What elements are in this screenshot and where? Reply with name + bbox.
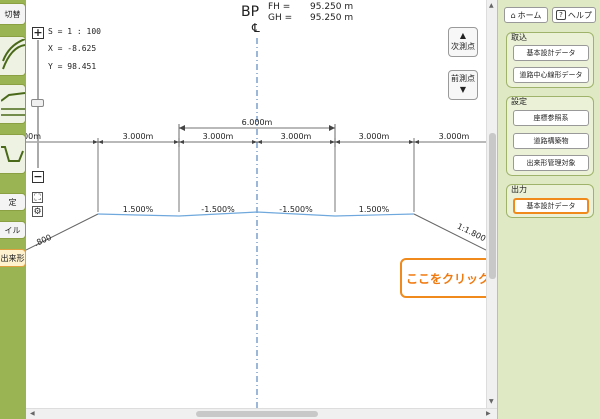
as-built-tab[interactable]: 出来形 bbox=[0, 249, 26, 267]
import-group: 取込 基本設計データ 道路中心線形データ bbox=[506, 32, 594, 88]
segment-label: 3.000m bbox=[358, 132, 390, 141]
gh-label: GH = bbox=[268, 13, 293, 23]
right-panel: ⌂ ホーム ? ヘルプ 取込 基本設計データ 道路中心線形データ 設定 座標参照… bbox=[497, 0, 600, 419]
arrowhead bbox=[179, 125, 185, 131]
import-road-alignment-button[interactable]: 道路中心線形データ bbox=[513, 67, 589, 83]
y-coordinate: Y = 98.451 bbox=[48, 62, 97, 71]
scroll-right-icon[interactable]: ▶ bbox=[486, 410, 491, 417]
horizontal-scrollbar[interactable]: ◀ ▶ bbox=[26, 408, 497, 419]
scroll-down-icon[interactable]: ▼ bbox=[489, 398, 494, 405]
horizontal-scroll-thumb[interactable] bbox=[196, 411, 318, 417]
cross-section-view-button[interactable] bbox=[0, 134, 26, 174]
cross-slope-label: -1.500% bbox=[279, 205, 313, 214]
zoom-in-button[interactable]: + bbox=[32, 27, 44, 39]
settings-group: 設定 座標参照系 道路構築物 出来形管理対象 bbox=[506, 96, 594, 176]
left-edge-label: 00m bbox=[26, 132, 41, 141]
station-name: BP bbox=[241, 4, 260, 20]
segment-label: 3.000m bbox=[280, 132, 312, 141]
scroll-up-icon[interactable]: ▲ bbox=[489, 2, 494, 9]
output-group-title: 出力 bbox=[511, 185, 527, 194]
segment-label: 3.000m bbox=[202, 132, 234, 141]
cross-slope-label: 1.500% bbox=[122, 205, 154, 214]
vertical-scroll-thumb[interactable] bbox=[489, 133, 496, 279]
fh-label: FH = bbox=[268, 2, 291, 12]
profile-view-button[interactable] bbox=[0, 84, 26, 124]
left-toolbar: 切替 定 イル 出来形 bbox=[0, 0, 26, 419]
x-coordinate: X = -8.625 bbox=[48, 44, 97, 53]
segment-label: 3.000m bbox=[122, 132, 154, 141]
help-button[interactable]: ? ヘルプ bbox=[552, 7, 596, 23]
cross-slope-label: 1.500% bbox=[358, 205, 390, 214]
coordinate-system-button[interactable]: 座標参照系 bbox=[513, 110, 589, 126]
scroll-left-icon[interactable]: ◀ bbox=[30, 410, 35, 417]
next-station-button[interactable]: ▲ 次測点 bbox=[448, 27, 478, 57]
prev-station-button[interactable]: 前測点 ▼ bbox=[448, 70, 478, 100]
road-curve-view-button[interactable] bbox=[0, 36, 26, 76]
zoom-slider-thumb[interactable] bbox=[31, 99, 44, 107]
export-basic-design-button[interactable]: 基本設計データ bbox=[513, 198, 589, 214]
file-tab[interactable]: イル bbox=[0, 221, 26, 239]
road-curve-icon bbox=[1, 39, 25, 70]
arrowhead bbox=[329, 125, 335, 131]
help-icon: ? bbox=[556, 10, 566, 20]
gear-icon[interactable]: ⚙ bbox=[32, 206, 43, 217]
zoom-out-button[interactable]: − bbox=[32, 171, 44, 183]
output-group: 出力 基本設計データ bbox=[506, 184, 594, 218]
cross-section-icon bbox=[0, 146, 24, 162]
road-structure-button[interactable]: 道路構築物 bbox=[513, 133, 589, 149]
cross-slope-label: -1.500% bbox=[201, 205, 235, 214]
home-icon: ⌂ bbox=[510, 10, 516, 20]
profile-icon bbox=[0, 92, 25, 116]
vertical-scrollbar[interactable]: ▲ ▼ bbox=[486, 0, 497, 408]
station-markers bbox=[97, 138, 415, 212]
switch-button[interactable]: 切替 bbox=[0, 3, 26, 25]
settings-tab[interactable]: 定 bbox=[0, 193, 26, 211]
cross-section-canvas[interactable]: S = 1 : 100 X = -8.625 Y = 98.451 BP ℄ F… bbox=[26, 0, 486, 419]
segment-label: 3.000m bbox=[438, 132, 470, 141]
settings-group-title: 設定 bbox=[511, 97, 527, 106]
up-arrow-icon: ▲ bbox=[459, 31, 467, 40]
fh-value: 95.250 m bbox=[310, 2, 354, 12]
scale-text: S = 1 : 100 bbox=[48, 27, 101, 36]
total-width-label: 6.000m bbox=[241, 118, 273, 127]
click-here-callout: ここをクリック bbox=[400, 258, 496, 298]
centerline-symbol: ℄ bbox=[252, 21, 260, 35]
fit-view-icon[interactable]: ⛶ bbox=[32, 192, 43, 203]
import-group-title: 取込 bbox=[511, 33, 527, 42]
import-basic-design-button[interactable]: 基本設計データ bbox=[513, 45, 589, 61]
as-built-target-button[interactable]: 出来形管理対象 bbox=[513, 155, 589, 171]
down-arrow-icon: ▼ bbox=[459, 85, 467, 94]
gh-value: 95.250 m bbox=[310, 13, 354, 23]
home-button[interactable]: ⌂ ホーム bbox=[504, 7, 548, 23]
